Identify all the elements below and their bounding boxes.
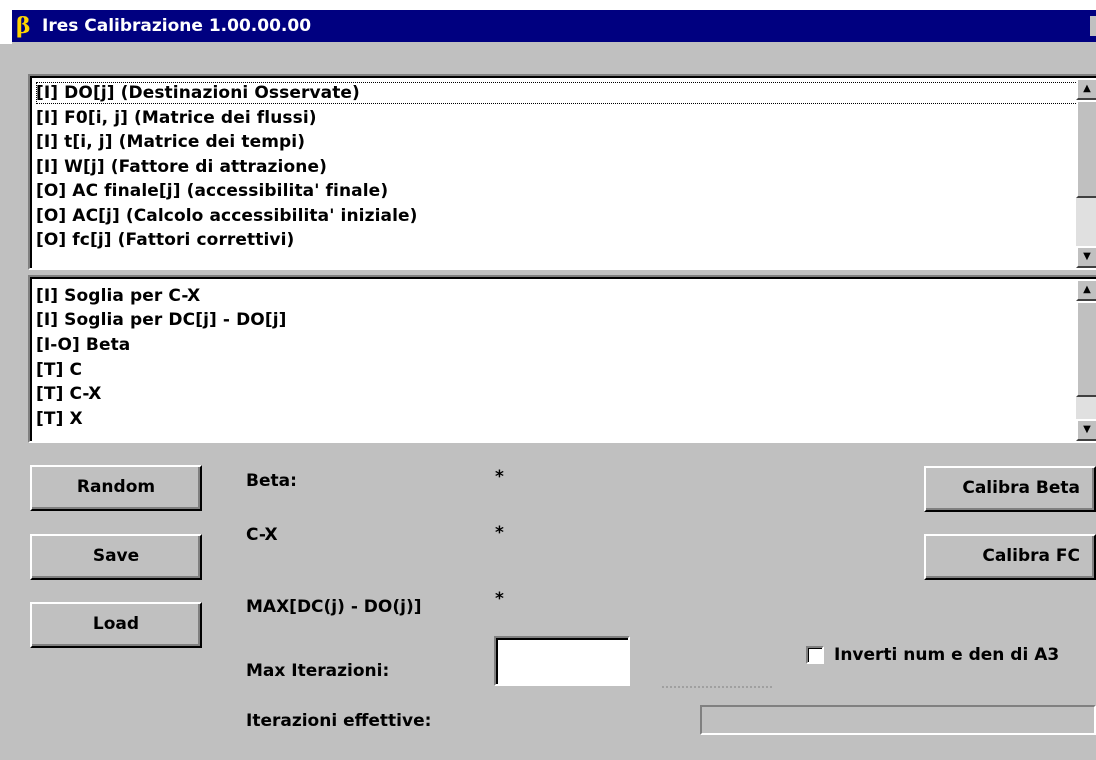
random-button[interactable]: Random xyxy=(30,465,202,511)
scroll-up-icon[interactable]: ▲ xyxy=(1076,78,1096,100)
list-item[interactable]: [I] W[j] (Fattore di attrazione) xyxy=(36,156,327,178)
title-bar-button[interactable] xyxy=(1090,16,1096,36)
cx-value: * xyxy=(495,523,504,543)
beta-value: * xyxy=(495,467,504,487)
list-item[interactable]: [I] t[i, j] (Matrice dei tempi) xyxy=(36,131,305,153)
checkbox-frame xyxy=(808,648,822,662)
list-item[interactable]: [T] X xyxy=(36,408,83,430)
main-window: β Ires Calibrazione 1.00.00.00 [I] DO[j]… xyxy=(0,0,1096,760)
parameters-list[interactable]: [I] Soglia per C-X [I] Soglia per DC[j] … xyxy=(28,275,1096,443)
invert-checkbox[interactable] xyxy=(806,646,824,664)
list-frame: [I] DO[j] (Destinazioni Osservate) [I] F… xyxy=(30,76,1096,268)
input-output-list[interactable]: [I] DO[j] (Destinazioni Osservate) [I] F… xyxy=(28,74,1096,270)
max-diff-value: * xyxy=(495,589,504,609)
list-item[interactable]: [I] Soglia per DC[j] - DO[j] xyxy=(36,309,287,331)
list-item[interactable]: [T] C xyxy=(36,359,82,381)
save-button[interactable]: Save xyxy=(30,534,202,580)
scroll-up-icon[interactable]: ▲ xyxy=(1076,279,1096,301)
app-icon: β xyxy=(16,13,31,39)
list-scrollbar[interactable]: ▲ ▼ xyxy=(1076,78,1096,268)
calibra-fc-button[interactable]: Calibra FC xyxy=(924,534,1096,580)
list-item[interactable]: [O] AC finale[j] (accessibilita' finale) xyxy=(36,180,388,202)
scroll-thumb[interactable] xyxy=(1076,301,1096,397)
max-iterations-input[interactable] xyxy=(494,636,630,686)
scroll-down-icon[interactable]: ▼ xyxy=(1076,246,1096,268)
load-button-label: Load xyxy=(92,614,140,634)
window-title: Ires Calibrazione 1.00.00.00 xyxy=(42,16,312,36)
cx-label: C-X xyxy=(246,525,278,545)
list-frame: [I] Soglia per C-X [I] Soglia per DC[j] … xyxy=(30,277,1096,441)
random-button-label: Random xyxy=(76,477,156,497)
calibra-fc-label: Calibra FC xyxy=(982,546,1080,566)
screen-edge xyxy=(0,0,1096,10)
calibra-beta-label: Calibra Beta xyxy=(962,478,1080,498)
max-iterations-label: Max Iterazioni: xyxy=(246,661,390,681)
list-item[interactable]: [T] C-X xyxy=(36,383,101,405)
list-item[interactable]: [I-O] Beta xyxy=(36,334,130,356)
invert-checkbox-label[interactable]: Inverti num e den di A3 xyxy=(834,644,1059,666)
list-item[interactable]: [O] AC[j] (Calcolo accessibilita' inizia… xyxy=(36,205,418,227)
title-bar[interactable]: β Ires Calibrazione 1.00.00.00 xyxy=(12,10,1096,42)
separator xyxy=(662,686,772,690)
list-item[interactable]: [I] Soglia per C-X xyxy=(36,285,200,307)
list-item[interactable]: [I] F0[i, j] (Matrice dei flussi) xyxy=(36,107,317,129)
max-diff-label: MAX[DC(j) - DO(j)] xyxy=(246,597,422,617)
scroll-thumb[interactable] xyxy=(1076,100,1096,198)
beta-label: Beta: xyxy=(246,471,297,491)
scroll-down-icon[interactable]: ▼ xyxy=(1076,419,1096,441)
calibra-beta-button[interactable]: Calibra Beta xyxy=(924,466,1096,512)
list-item[interactable]: [O] fc[j] (Fattori correttivi) xyxy=(36,229,294,251)
save-button-label: Save xyxy=(92,546,140,566)
list-item[interactable]: [I] DO[j] (Destinazioni Osservate) xyxy=(36,82,1082,104)
screen-edge-left xyxy=(0,0,12,44)
effective-iterations-label: Iterazioni effettive: xyxy=(246,711,432,731)
max-iterations-input-field[interactable] xyxy=(496,638,628,684)
load-button[interactable]: Load xyxy=(30,602,202,648)
list-scrollbar[interactable]: ▲ ▼ xyxy=(1076,279,1096,441)
iterations-progress-bar xyxy=(700,705,1096,735)
